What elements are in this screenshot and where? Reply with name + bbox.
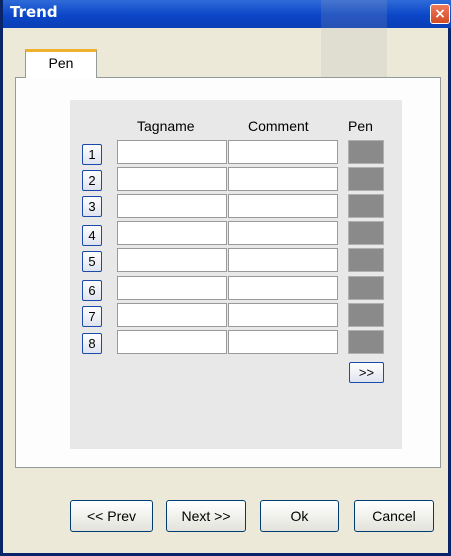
more-pens-button[interactable]: >>: [349, 362, 384, 383]
ok-button[interactable]: Ok: [260, 500, 339, 532]
row-8-comment-field[interactable]: [228, 330, 338, 354]
pen-header: Pen: [348, 118, 373, 134]
row-3-number-button[interactable]: 3: [82, 196, 102, 217]
row-7-number-button[interactable]: 7: [82, 306, 102, 327]
next-button[interactable]: Next >>: [166, 500, 246, 532]
row-7-comment-field[interactable]: [228, 303, 338, 327]
row-1-comment-field[interactable]: [228, 140, 338, 164]
row-8-pen-swatch[interactable]: [348, 330, 384, 354]
row-3-tagname-field[interactable]: [117, 194, 227, 218]
tagname-header: Tagname: [137, 118, 195, 134]
cancel-button[interactable]: Cancel: [354, 500, 434, 532]
row-5-pen-swatch[interactable]: [348, 248, 384, 272]
row-2-comment-field[interactable]: [228, 167, 338, 191]
row-8-number-button[interactable]: 8: [82, 333, 102, 354]
row-1-pen-swatch[interactable]: [348, 140, 384, 164]
close-icon[interactable]: ×: [430, 4, 450, 24]
row-4-number-button[interactable]: 4: [82, 225, 102, 246]
row-6-tagname-field[interactable]: [117, 276, 227, 300]
trend-dialog: Trend × Pen Tagname Comment Pen 1 2 3 4 …: [0, 0, 451, 556]
row-4-tagname-field[interactable]: [117, 221, 227, 245]
row-4-pen-swatch[interactable]: [348, 221, 384, 245]
window-title: Trend: [10, 3, 58, 21]
row-4-comment-field[interactable]: [228, 221, 338, 245]
row-7-tagname-field[interactable]: [117, 303, 227, 327]
row-2-tagname-field[interactable]: [117, 167, 227, 191]
row-2-number-button[interactable]: 2: [82, 170, 102, 191]
row-7-pen-swatch[interactable]: [348, 303, 384, 327]
row-5-tagname-field[interactable]: [117, 248, 227, 272]
tab-pen[interactable]: Pen: [25, 49, 97, 78]
row-1-tagname-field[interactable]: [117, 140, 227, 164]
row-6-number-button[interactable]: 6: [82, 280, 102, 301]
row-5-comment-field[interactable]: [228, 248, 338, 272]
comment-header: Comment: [248, 118, 309, 134]
row-6-comment-field[interactable]: [228, 276, 338, 300]
row-3-comment-field[interactable]: [228, 194, 338, 218]
row-6-pen-swatch[interactable]: [348, 276, 384, 300]
row-5-number-button[interactable]: 5: [82, 251, 102, 272]
row-8-tagname-field[interactable]: [117, 330, 227, 354]
row-3-pen-swatch[interactable]: [348, 194, 384, 218]
row-2-pen-swatch[interactable]: [348, 167, 384, 191]
row-1-number-button[interactable]: 1: [82, 144, 102, 165]
prev-button[interactable]: << Prev: [70, 500, 153, 532]
